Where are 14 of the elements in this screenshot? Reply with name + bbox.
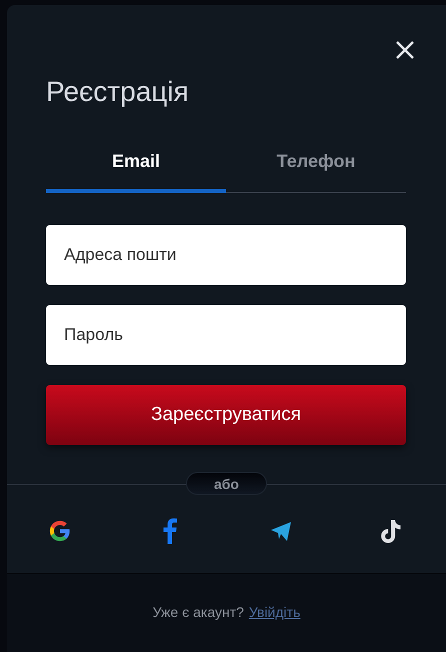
paper-plane-icon: [270, 520, 292, 542]
input-field[interactable]: Пароль: [46, 305, 406, 365]
or-label: або: [186, 472, 267, 495]
tab[interactable]: Телефон: [226, 151, 406, 193]
account-prompt: Уже є акаунт?: [152, 604, 244, 622]
dialog-title: Реєстрація: [46, 75, 190, 109]
tab[interactable]: Email: [46, 151, 226, 193]
close-icon: [395, 40, 415, 60]
google-icon: [49, 520, 71, 542]
input-field[interactable]: Адреса пошти: [46, 225, 406, 285]
music-note-icon: [380, 518, 402, 544]
register-button[interactable]: Зареєструватися: [46, 385, 406, 445]
login-link[interactable]: Увійдіть: [248, 604, 300, 652]
facebook-icon: [163, 518, 178, 544]
